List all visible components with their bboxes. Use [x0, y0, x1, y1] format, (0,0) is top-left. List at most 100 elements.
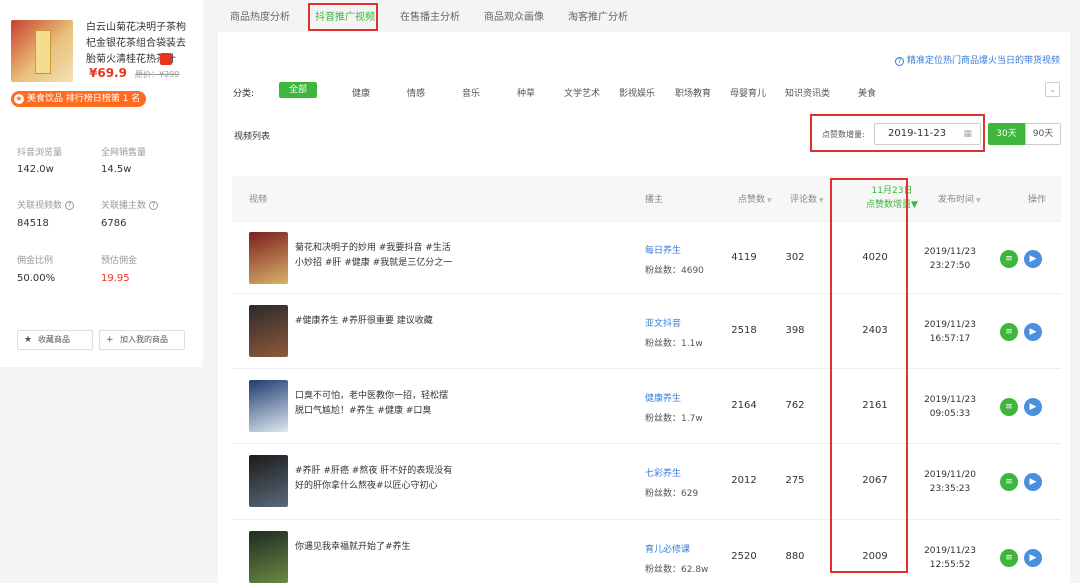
help-icon[interactable]: ?: [65, 201, 75, 210]
header-video: 视频: [249, 195, 268, 205]
header-publish[interactable]: 发布时间 ▼: [938, 192, 981, 205]
detail-icon[interactable]: ≡: [1000, 250, 1018, 268]
tab-audience-profile[interactable]: 商品观众画像: [484, 8, 544, 23]
stat-label-commission-rate: 佣金比例: [17, 256, 54, 266]
column-highlight-box: [830, 178, 908, 573]
category-health[interactable]: 健康: [352, 86, 370, 99]
video-thumbnail[interactable]: [249, 455, 288, 507]
product-panel: 白云山菊花决明子茶枸杞金银花茶组合袋装去胎菊火清桂花热茶叶 ¥69.9 原价：¥…: [0, 0, 203, 367]
main-panel: ? 精准定位热门商品爆火当日的带货视频 分类: 全部 健康 情感 音乐 种草 文学…: [218, 32, 1070, 583]
chevron-down-icon[interactable]: ⌄: [1045, 82, 1060, 97]
category-entertainment[interactable]: 影视娱乐: [619, 86, 655, 99]
category-parenting[interactable]: 母婴育儿: [730, 86, 766, 99]
plus-icon: +: [106, 335, 114, 345]
publish-date: 2019/11/23: [924, 320, 976, 330]
add-my-product-button[interactable]: + 加入我的商品: [99, 330, 185, 350]
hint-text: 精准定位热门商品爆火当日的带货视频: [906, 56, 1060, 66]
stat-value-commission-rate: 50.00%: [17, 273, 56, 284]
category-food[interactable]: 美食: [858, 86, 876, 99]
video-thumbnail[interactable]: [249, 232, 288, 284]
author-link[interactable]: 亚文抖音: [645, 316, 681, 329]
detail-icon[interactable]: ≡: [1000, 398, 1018, 416]
publish-time: 2019/11/23 09:05:33: [910, 393, 990, 421]
play-icon[interactable]: ▶: [1024, 549, 1042, 567]
comments-count: 880: [785, 551, 805, 562]
play-icon[interactable]: ▶: [1024, 398, 1042, 416]
video-thumbnail[interactable]: [249, 305, 288, 357]
publish-date: 2019/11/23: [924, 395, 976, 405]
product-image[interactable]: [11, 20, 73, 82]
douyin-tag-icon: [160, 53, 172, 65]
header-ops: 操作: [1028, 195, 1047, 205]
stat-value-videos: 84518: [17, 218, 49, 229]
tab-heat-analysis[interactable]: 商品热度分析: [230, 8, 290, 23]
video-description[interactable]: 口臭不可怕，老中医教你一招，轻松摆脱口气尴尬！#养生 #健康 #口臭: [295, 389, 455, 419]
category-emotion[interactable]: 情感: [407, 86, 425, 99]
author-fans: 粉丝数：1.1w: [645, 339, 703, 349]
collect-product-button[interactable]: ★ 收藏商品: [17, 330, 93, 350]
play-icon[interactable]: ▶: [1024, 250, 1042, 268]
video-description[interactable]: #健康养生 #养肝很重要 建议收藏: [295, 314, 455, 329]
rank-badge: ★ 美食饮品 排行榜日榜第 1 名: [11, 91, 147, 107]
play-icon[interactable]: ▶: [1024, 473, 1042, 491]
stat-value-authors: 6786: [101, 218, 127, 229]
author-link[interactable]: 健康养生: [645, 391, 681, 404]
date-filter-label: 点赞数增量:: [822, 130, 865, 139]
category-all[interactable]: 全部: [279, 82, 318, 98]
range-30-button[interactable]: 30天: [988, 123, 1025, 145]
calendar-icon: ▦: [963, 129, 972, 139]
video-thumbnail[interactable]: [249, 531, 288, 583]
stat-value-sales: 14.5w: [101, 164, 132, 175]
stat-label-sales: 全网销售量: [101, 148, 147, 158]
video-description[interactable]: #养肝 #肝癌 #熬夜 肝不好的表现没有好的肝你拿什么熬夜#以匠心守初心: [295, 464, 455, 494]
sort-icon: ▼: [976, 197, 981, 204]
video-description[interactable]: 你遇见我幸福就开始了#养生: [295, 540, 455, 555]
header-likes[interactable]: 点赞数 ▼: [738, 192, 772, 205]
publish-time: 2019/11/23 12:55:52: [910, 544, 990, 572]
publish-clock: 23:27:50: [929, 261, 971, 271]
tab-author-analysis[interactable]: 在售播主分析: [400, 8, 460, 23]
video-description[interactable]: 菊花和决明子的妙用 #我要抖音 #生活小妙招 #肝 #健康 #我就是三亿分之一: [295, 241, 455, 271]
tab-highlight-box: [308, 3, 378, 31]
author-link[interactable]: 育儿必修课: [645, 542, 690, 555]
category-knowledge[interactable]: 知识资讯类: [785, 86, 830, 99]
comments-count: 275: [785, 475, 805, 486]
author-fans: 粉丝数：629: [645, 489, 699, 499]
category-label: 分类:: [233, 89, 255, 99]
row-divider: [232, 368, 1061, 369]
hint-link[interactable]: ? 精准定位热门商品爆火当日的带货视频: [894, 53, 1060, 66]
publish-time: 2019/11/23 16:57:17: [910, 318, 990, 346]
detail-icon[interactable]: ≡: [1000, 323, 1018, 341]
help-icon[interactable]: ?: [149, 201, 159, 210]
header-comments[interactable]: 评论数 ▼: [790, 192, 824, 205]
publish-clock: 12:55:52: [929, 560, 971, 570]
video-thumbnail[interactable]: [249, 380, 288, 432]
publish-time: 2019/11/23 23:27:50: [910, 245, 990, 273]
row-divider: [232, 443, 1061, 444]
sort-icon: ▼: [819, 197, 824, 204]
row-divider: [232, 293, 1061, 294]
stat-value-views: 142.0w: [17, 164, 54, 175]
publish-time: 2019/11/20 23:35:23: [910, 468, 990, 496]
publish-clock: 16:57:17: [929, 334, 971, 344]
range-90-button[interactable]: 90天: [1025, 123, 1061, 145]
publish-date: 2019/11/20: [924, 470, 976, 480]
rank-icon: ★: [14, 94, 24, 104]
detail-icon[interactable]: ≡: [1000, 549, 1018, 567]
detail-icon[interactable]: ≡: [1000, 473, 1018, 491]
category-literature-art[interactable]: 文学艺术: [564, 86, 600, 99]
author-fans: 粉丝数：62.8w: [645, 565, 709, 575]
category-music[interactable]: 音乐: [462, 86, 480, 99]
stat-label-views: 抖音浏览量: [17, 148, 63, 158]
category-recommend[interactable]: 种草: [517, 86, 535, 99]
category-education[interactable]: 职场教育: [675, 86, 711, 99]
date-input[interactable]: 2019-11-23 ▦: [874, 123, 981, 145]
author-link[interactable]: 每日养生: [645, 243, 681, 256]
author-link[interactable]: 七彩养生: [645, 466, 681, 479]
product-title[interactable]: 白云山菊花决明子茶枸杞金银花茶组合袋装去胎菊火清桂花热茶叶: [86, 20, 194, 68]
play-icon[interactable]: ▶: [1024, 323, 1042, 341]
tab-taoke-analysis[interactable]: 淘客推广分析: [568, 8, 628, 23]
date-input-value: 2019-11-23: [888, 128, 947, 139]
publish-date: 2019/11/23: [924, 546, 976, 556]
author-fans: 粉丝数：1.7w: [645, 414, 703, 424]
